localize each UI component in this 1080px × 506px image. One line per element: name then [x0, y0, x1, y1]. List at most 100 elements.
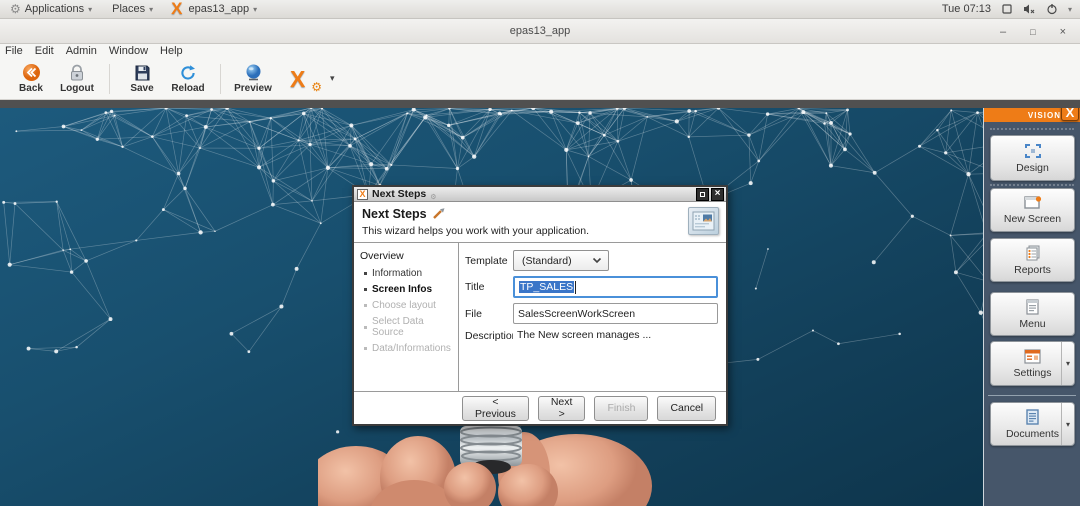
divider: [988, 395, 1076, 396]
wizard-button-row: < Previous Next > Finish Cancel: [354, 391, 726, 424]
back-icon: [22, 63, 41, 82]
bullet-icon: [364, 304, 367, 307]
window-title: epas13_app: [510, 25, 571, 37]
chevron-down-icon: ▾: [149, 5, 153, 14]
wizard-step-list: Overview Information Screen Infos Choose…: [354, 243, 459, 391]
window-maximize-button[interactable]: □: [1030, 27, 1035, 37]
app-content-area: X Next Steps ⚙ × Next Steps This wizard …: [0, 108, 1080, 506]
back-label: Back: [19, 83, 43, 94]
logout-label: Logout: [60, 83, 94, 94]
selected-text: TP_SALES: [519, 281, 574, 293]
dotted-divider: [990, 184, 1074, 186]
distro-logo-icon: ⚙: [10, 3, 21, 15]
save-icon: [134, 64, 151, 82]
dialog-close-button[interactable]: ×: [711, 188, 724, 201]
window-content-divider: [0, 100, 1080, 108]
template-label: Template: [465, 255, 513, 267]
wizard-step-information[interactable]: Information: [364, 268, 458, 279]
menu-admin[interactable]: Admin: [60, 45, 103, 57]
window-title-bar[interactable]: epas13_app – □ ×: [0, 19, 1080, 44]
active-app-label: epas13_app: [189, 3, 250, 15]
applications-menu-label: Applications: [25, 3, 84, 15]
preview-label: Preview: [234, 83, 272, 94]
dotted-divider: [990, 128, 1074, 130]
wizard-illustration-icon: [688, 207, 719, 235]
save-button[interactable]: Save: [119, 59, 165, 99]
active-app-menu[interactable]: X epas13_app ▾: [163, 0, 267, 18]
previous-button[interactable]: < Previous: [462, 396, 529, 421]
toolbar-more-dropdown[interactable]: ▾: [330, 73, 335, 84]
next-steps-dialog: X Next Steps ⚙ × Next Steps This wizard …: [352, 185, 728, 426]
reload-button[interactable]: Reload: [165, 59, 211, 99]
power-icon[interactable]: [1046, 3, 1058, 15]
title-input[interactable]: TP_SALES: [513, 276, 718, 298]
wizard-step-select-data-source[interactable]: Select Data Source: [364, 316, 458, 338]
menu-help[interactable]: Help: [154, 45, 189, 57]
documents-icon: [1025, 409, 1040, 425]
documents-button[interactable]: Documents ▾: [990, 402, 1075, 446]
chevron-down-icon: [592, 257, 602, 264]
back-button[interactable]: Back: [8, 59, 54, 99]
description-textarea[interactable]: The New screen manages ...: [513, 329, 718, 389]
places-menu[interactable]: Places ▾: [102, 0, 163, 18]
wizard-step-data-informations[interactable]: Data/Informations: [364, 343, 458, 354]
settings-button[interactable]: Settings ▾: [990, 341, 1075, 386]
settings-dropdown-arrow[interactable]: ▾: [1061, 342, 1074, 385]
file-input[interactable]: SalesScreenWorkScreen: [513, 303, 718, 324]
file-label: File: [465, 308, 513, 320]
vision-sidebar: VISION X Design: [983, 108, 1080, 506]
bullet-icon: [364, 347, 367, 350]
epas-x-logo-icon: X: [290, 64, 305, 94]
maximize-icon: [700, 192, 705, 197]
reports-icon: [1025, 245, 1041, 261]
reload-icon: [179, 64, 197, 82]
template-select[interactable]: (Standard): [513, 250, 609, 271]
next-button[interactable]: Next >: [538, 396, 586, 421]
dialog-title-bar[interactable]: X Next Steps ⚙ ×: [354, 187, 726, 202]
menu-button[interactable]: Menu: [990, 292, 1075, 336]
cancel-button[interactable]: Cancel: [657, 396, 716, 421]
reload-label: Reload: [171, 83, 204, 94]
dialog-x-icon: X: [357, 189, 368, 200]
volume-muted-icon[interactable]: [1023, 3, 1036, 15]
dialog-maximize-button[interactable]: [696, 188, 709, 201]
clock[interactable]: Tue 07:13: [942, 3, 991, 15]
reports-button[interactable]: Reports: [990, 238, 1075, 282]
chevron-down-icon[interactable]: ▾: [1068, 5, 1072, 14]
dialog-title: Next Steps: [372, 188, 426, 200]
menu-edit[interactable]: Edit: [29, 45, 60, 57]
desktop-screen: ⚙ Applications ▾ Places ▾ X epas13_app ▾…: [0, 0, 1080, 506]
dialog-header: Next Steps This wizard helps you work wi…: [354, 202, 726, 243]
menu-file[interactable]: File: [0, 45, 29, 57]
preview-button[interactable]: Preview: [230, 59, 276, 99]
window-minimize-button[interactable]: –: [1000, 26, 1006, 38]
logout-lock-icon: [68, 63, 86, 82]
wizard-form: Template (Standard) Title TP_SALES: [459, 243, 726, 391]
vision-brand-label: VISION: [1028, 111, 1061, 120]
preview-icon: [244, 63, 263, 82]
wizard-step-choose-layout[interactable]: Choose layout: [364, 300, 458, 311]
applications-menu[interactable]: ⚙ Applications ▾: [0, 0, 102, 18]
documents-dropdown-arrow[interactable]: ▾: [1061, 403, 1074, 445]
new-screen-button[interactable]: New Screen: [990, 188, 1075, 232]
epas-brand-button[interactable]: X ⚙: [286, 64, 320, 94]
vision-x-badge[interactable]: X: [1061, 108, 1079, 121]
dialog-subtitle: This wizard helps you work with your app…: [362, 225, 726, 237]
bullet-icon: [364, 288, 367, 291]
settings-icon: [1024, 349, 1041, 364]
toolbar-separator: [220, 64, 221, 94]
dialog-heading: Next Steps: [362, 207, 427, 221]
description-label: Description: [465, 329, 513, 342]
design-icon: [1024, 143, 1042, 159]
window-close-button[interactable]: ×: [1060, 26, 1066, 38]
logout-button[interactable]: Logout: [54, 59, 100, 99]
app-menu-bar: File Edit Admin Window Help: [0, 44, 1080, 58]
menu-window[interactable]: Window: [103, 45, 154, 57]
design-button[interactable]: Design: [990, 135, 1075, 181]
display-icon[interactable]: [1001, 3, 1013, 15]
text-cursor: [575, 281, 576, 294]
new-screen-icon: [1024, 196, 1042, 210]
finish-button[interactable]: Finish: [594, 396, 648, 421]
hand-lightbulb-image: [318, 426, 662, 506]
wizard-step-screen-infos[interactable]: Screen Infos: [364, 284, 458, 295]
